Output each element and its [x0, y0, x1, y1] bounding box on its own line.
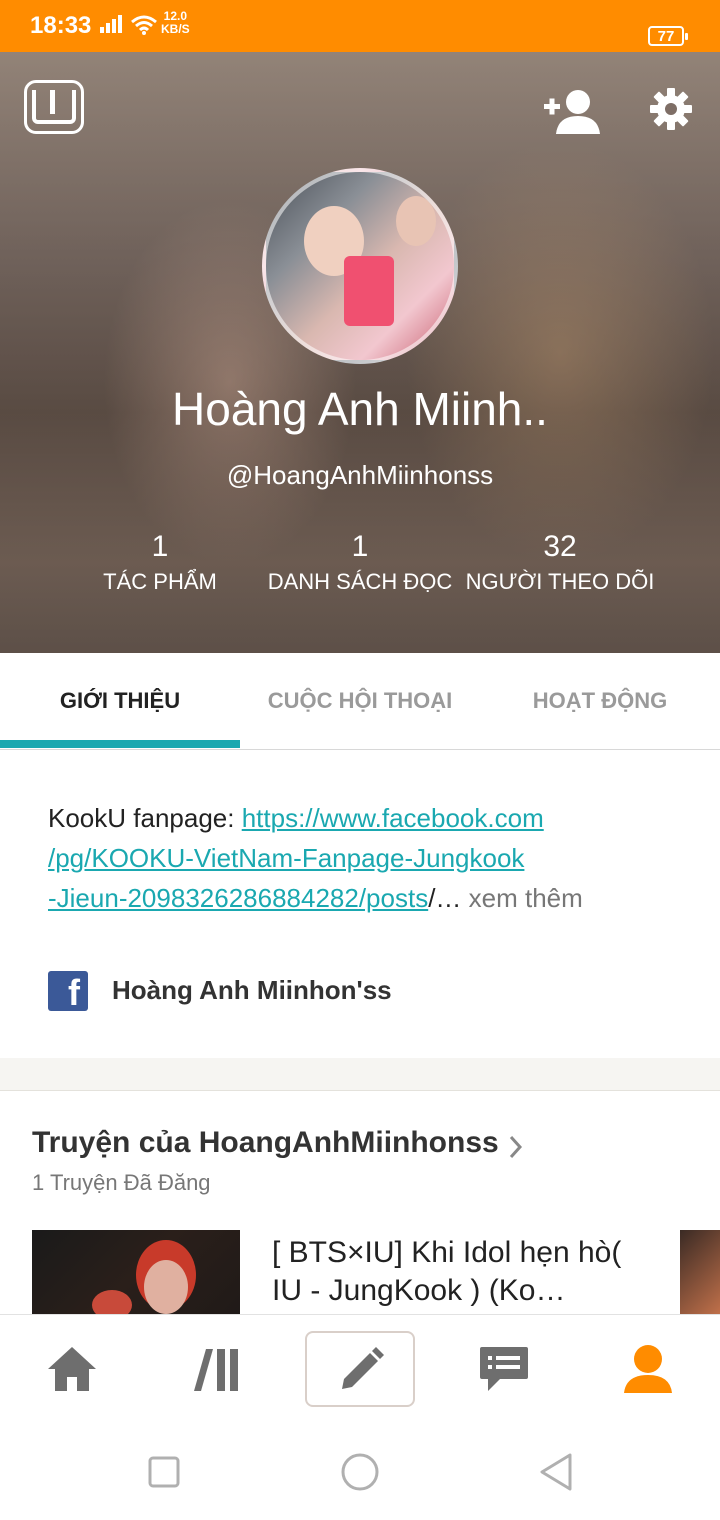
facebook-icon: f [48, 971, 88, 1013]
section-divider [0, 1058, 720, 1091]
stat-works[interactable]: 1 TÁC PHẨM [60, 530, 260, 598]
battery-icon: 77 [648, 26, 688, 46]
facebook-name: Hoàng Anh Miinhon'ss [112, 975, 392, 1005]
status-bar: 18:33 12.0 KB/S 77 [0, 0, 720, 52]
next-story-cover[interactable] [680, 1230, 720, 1314]
cover-art-face [144, 1260, 188, 1314]
library-icon[interactable] [192, 1347, 242, 1393]
profile-bio: KookU fanpage: https://www.facebook.com /… [48, 798, 608, 918]
stat-label: NGƯỜI THEO DÕI [465, 569, 655, 594]
status-time: 18:33 [30, 12, 92, 39]
profile-display-name: Hoàng Anh Miinh.. [172, 383, 548, 435]
bio-link-line-2: /pg/KOOKU-VietNam-Fanpage-Jungkook [48, 843, 525, 873]
add-user-icon[interactable] [544, 88, 602, 136]
avatar-photo-cup [344, 256, 394, 326]
network-speed: 12.0 KB/S [161, 10, 190, 36]
bio-link-line-3: -Jieun-2098326286884282/posts [48, 883, 429, 913]
speed-unit: KB/S [161, 22, 190, 36]
stat-value: 1 [151, 530, 169, 563]
stat-label: DANH SÁCH ĐỌC [267, 569, 453, 594]
recent-apps-icon[interactable] [148, 1456, 180, 1488]
wattpad-logo-icon[interactable] [24, 80, 84, 134]
stat-value: 1 [351, 530, 369, 563]
avatar[interactable] [262, 168, 458, 364]
bio-text: KookU fanpage: [48, 803, 242, 833]
chevron-right-icon[interactable] [508, 1134, 524, 1160]
stat-value: 32 [543, 530, 577, 563]
home-button-icon[interactable] [340, 1452, 380, 1492]
tab-conversations[interactable]: CUỘC HỘI THOẠI [240, 653, 480, 749]
wifi-icon [131, 15, 157, 35]
bio-link-line-1: https://www.facebook.com [241, 803, 544, 833]
battery-level: 77 [657, 28, 675, 45]
gear-icon[interactable] [650, 88, 692, 130]
system-navigation-bar [0, 1424, 720, 1520]
profile-header: Hoàng Anh Miinh.. @HoangAnhMiinhonss 1 T… [0, 52, 720, 653]
profile-tabs: GIỚI THIỆU CUỘC HỘI THOẠI HOẠT ĐỘNG [0, 653, 720, 750]
tab-activity[interactable]: HOẠT ĐỘNG [480, 653, 720, 749]
stories-count: 1 Truyện Đã Đăng [32, 1170, 211, 1195]
person-icon[interactable] [622, 1343, 674, 1395]
stat-reading-lists[interactable]: 1 DANH SÁCH ĐỌC [260, 530, 460, 598]
chat-icon[interactable] [478, 1345, 530, 1395]
write-button[interactable] [305, 1331, 415, 1407]
stories-section-title[interactable]: Truyện của HoangAnhMiinhonss [32, 1126, 499, 1160]
tab-active-indicator [0, 740, 240, 748]
home-icon[interactable] [46, 1345, 98, 1393]
stat-followers[interactable]: 32 NGƯỜI THEO DÕI [460, 530, 660, 598]
back-icon[interactable] [538, 1452, 574, 1492]
tab-about[interactable]: GIỚI THIỆU [0, 653, 240, 749]
story-cover[interactable] [32, 1230, 240, 1314]
stat-label: TÁC PHẨM [103, 569, 217, 594]
cover-art-detail [92, 1290, 132, 1314]
avatar-photo-detail [396, 196, 436, 246]
bio-ellipsis: /… [428, 883, 469, 913]
see-more-link[interactable]: xem thêm [469, 883, 583, 913]
bottom-navigation [0, 1314, 720, 1425]
signal-icon [100, 15, 122, 33]
profile-username: @HoangAnhMiinhonss [226, 460, 494, 490]
story-title[interactable]: [ BTS×IU] Khi Idol hẹn hò( IU - JungKook… [272, 1234, 652, 1310]
pencil-icon [342, 1347, 384, 1389]
